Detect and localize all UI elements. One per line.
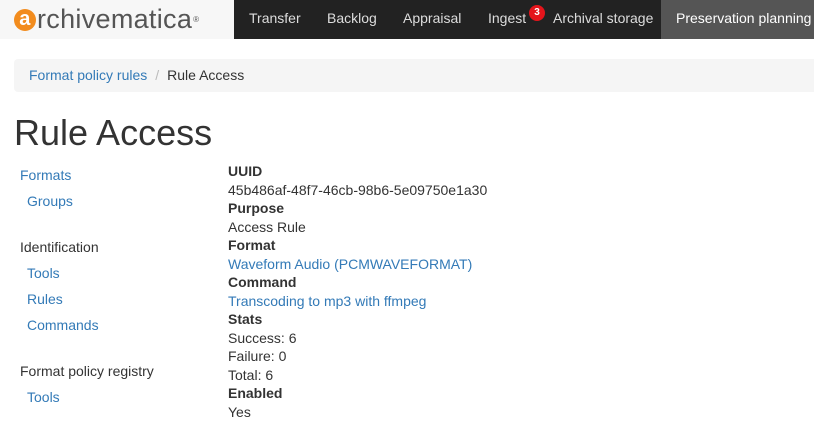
uuid-label: UUID [228, 163, 263, 179]
nav-appraisal[interactable]: Appraisal [403, 0, 461, 39]
breadcrumb-separator: / [155, 67, 160, 83]
logo-a-icon: a [14, 8, 36, 31]
sidebar-item-tools[interactable]: Tools [27, 265, 60, 281]
archivematica-logo[interactable]: a rchivematica ® [0, 0, 234, 39]
nav-backlog[interactable]: Backlog [327, 0, 377, 39]
top-navbar: a rchivematica ® Transfer Backlog Apprai… [0, 0, 814, 39]
nav-archival-storage[interactable]: Archival storage [553, 0, 653, 39]
uuid-value: 45b486af-48f7-46cb-98b6-5e09750e1a30 [228, 182, 488, 198]
purpose-value: Access Rule [228, 219, 306, 235]
logo-text: rchivematica [37, 4, 193, 34]
breadcrumb-current: Rule Access [167, 67, 245, 83]
enabled-value: Yes [228, 404, 251, 420]
sidebar-item-rules[interactable]: Rules [27, 291, 63, 307]
page-title: Rule Access [14, 112, 213, 153]
format-link[interactable]: Waveform Audio (PCMWAVEFORMAT) [228, 256, 472, 272]
sidebar-heading-identification: Identification [20, 239, 99, 255]
sidebar-heading-format-policy-registry: Format policy registry [20, 363, 154, 379]
nav-preservation-planning[interactable]: Preservation planning [661, 0, 814, 39]
sidebar-item-groups[interactable]: Groups [27, 193, 73, 209]
stats-failure: Failure: 0 [228, 348, 287, 364]
sidebar-item-commands[interactable]: Commands [27, 317, 99, 333]
sidebar-item-registry-tools[interactable]: Tools [27, 389, 60, 405]
enabled-label: Enabled [228, 385, 283, 401]
command-link[interactable]: Transcoding to mp3 with ffmpeg [228, 293, 426, 309]
breadcrumb: Format policy rules / Rule Access [14, 59, 814, 92]
stats-success: Success: 6 [228, 330, 297, 346]
command-label: Command [228, 274, 297, 290]
logo-registered-mark: ® [193, 15, 200, 24]
sidebar-item-formats[interactable]: Formats [20, 167, 71, 183]
format-label: Format [228, 237, 276, 253]
breadcrumb-format-policy-rules[interactable]: Format policy rules [29, 67, 147, 83]
stats-total: Total: 6 [228, 367, 274, 383]
nav-ingest[interactable]: Ingest [488, 0, 526, 39]
stats-label: Stats [228, 311, 263, 327]
nav-transfer[interactable]: Transfer [249, 0, 301, 39]
ingest-count-badge: 3 [529, 5, 545, 21]
purpose-label: Purpose [228, 200, 285, 216]
